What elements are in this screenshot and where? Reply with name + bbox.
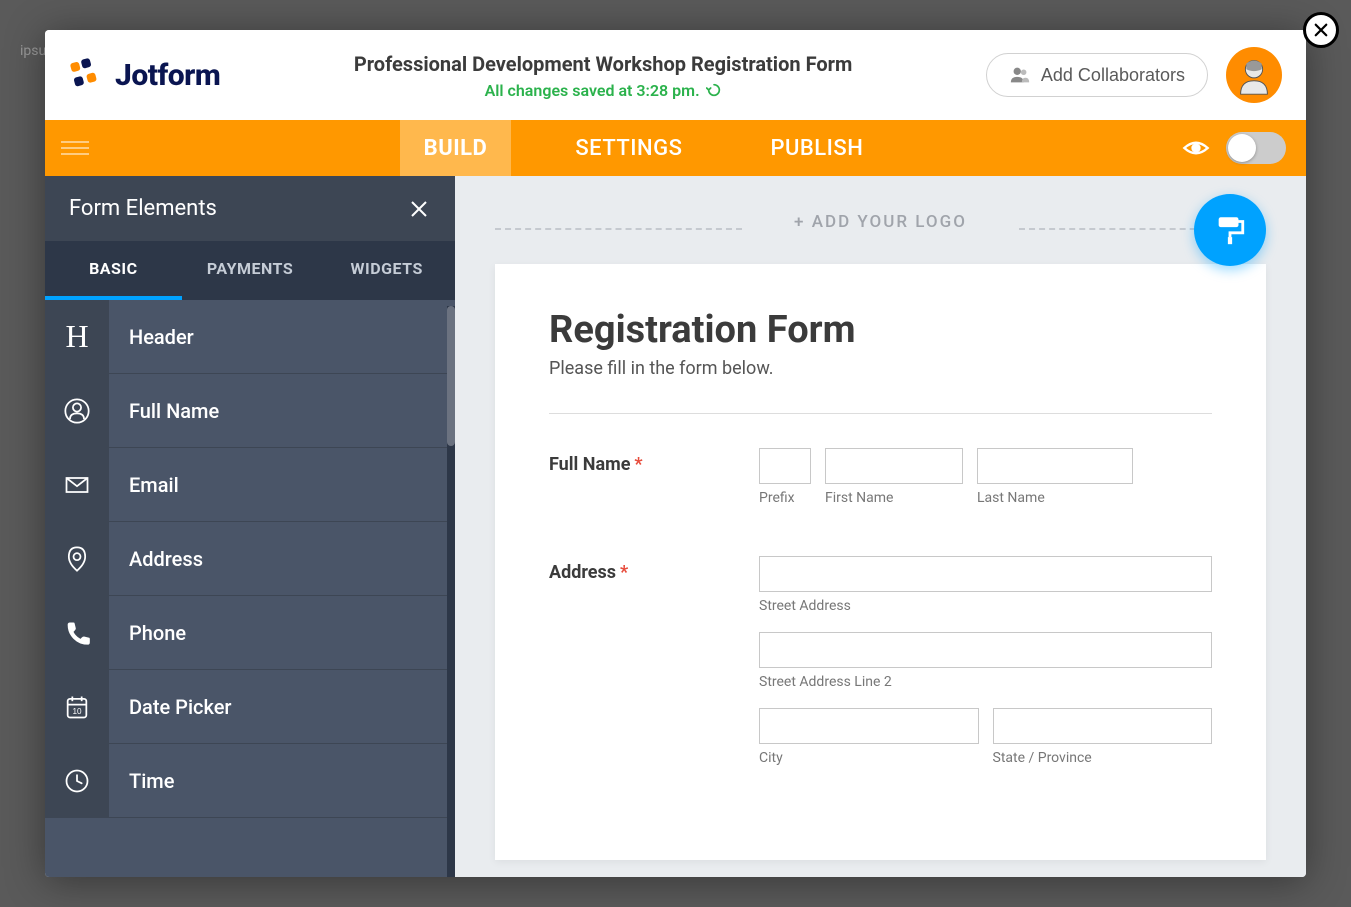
top-bar: Jotform Professional Development Worksho… [45, 30, 1306, 120]
element-label: Header [109, 325, 194, 349]
user-avatar[interactable] [1226, 47, 1282, 103]
state-sublabel: State / Province [993, 750, 1213, 766]
element-label: Email [109, 473, 179, 497]
preview-icon[interactable] [1182, 134, 1210, 162]
firstname-input[interactable] [825, 448, 963, 484]
jotform-logo-icon [69, 57, 105, 93]
tabbar-right [1182, 132, 1306, 164]
element-label: Address [109, 547, 203, 571]
element-header[interactable]: H Header [45, 300, 455, 374]
collab-label: Add Collaborators [1041, 65, 1185, 86]
close-icon [1312, 21, 1330, 39]
element-fullname[interactable]: Full Name [45, 374, 455, 448]
lastname-sublabel: Last Name [977, 490, 1133, 506]
tab-build[interactable]: BUILD [400, 120, 512, 177]
main-tabbar: BUILD SETTINGS PUBLISH [45, 120, 1306, 176]
sidebar-scrollbar[interactable] [447, 306, 455, 877]
builder-modal: Jotform Professional Development Worksho… [45, 30, 1306, 877]
lastname-input[interactable] [977, 448, 1133, 484]
paint-roller-icon [1213, 213, 1247, 247]
save-status: All changes saved at 3:28 pm. [485, 81, 722, 100]
save-status-text: All changes saved at 3:28 pm. [485, 81, 700, 100]
main-tabs: BUILD SETTINGS PUBLISH [105, 120, 1182, 177]
tab-publish[interactable]: PUBLISH [746, 120, 887, 177]
element-address[interactable]: Address [45, 522, 455, 596]
field-fullname[interactable]: Full Name* Prefix First Name Last Name [549, 448, 1212, 506]
sidebar-tab-payments[interactable]: PAYMENTS [182, 241, 319, 300]
form-preview-card: Registration Form Please fill in the for… [495, 264, 1266, 860]
sidebar-tab-widgets[interactable]: WIDGETS [318, 241, 455, 300]
email-icon [45, 448, 109, 522]
menu-toggle[interactable] [45, 120, 105, 176]
header-icon: H [45, 300, 109, 374]
avatar-icon [1231, 52, 1277, 98]
address-label: Address* [549, 556, 719, 766]
tab-settings[interactable]: SETTINGS [551, 120, 706, 177]
title-block: Professional Development Workshop Regist… [220, 51, 986, 100]
clock-icon [45, 744, 109, 818]
form-subtitle[interactable]: Please fill in the form below. [549, 358, 1212, 379]
undo-icon[interactable] [706, 82, 722, 98]
sidebar-header: Form Elements [45, 176, 455, 241]
element-phone[interactable]: Phone [45, 596, 455, 670]
brand-name: Jotform [115, 58, 220, 93]
city-input[interactable] [759, 708, 979, 744]
brand-logo[interactable]: Jotform [69, 57, 220, 93]
fullname-label: Full Name* [549, 448, 719, 506]
prefix-input[interactable] [759, 448, 811, 484]
street1-sublabel: Street Address [759, 598, 1212, 614]
sidebar-close-icon[interactable] [407, 197, 431, 221]
element-time[interactable]: Time [45, 744, 455, 818]
street2-sublabel: Street Address Line 2 [759, 674, 1212, 690]
element-label: Full Name [109, 399, 219, 423]
street2-input[interactable] [759, 632, 1212, 668]
field-address[interactable]: Address* Street Address Street Address L… [549, 556, 1212, 766]
preview-toggle[interactable] [1226, 132, 1286, 164]
close-modal-button[interactable] [1303, 12, 1339, 48]
divider [549, 413, 1212, 414]
firstname-sublabel: First Name [825, 490, 963, 506]
element-label: Time [109, 769, 174, 793]
sidebar-title: Form Elements [69, 196, 217, 221]
workspace: Form Elements BASIC PAYMENTS WIDGETS H H… [45, 176, 1306, 877]
elements-sidebar: Form Elements BASIC PAYMENTS WIDGETS H H… [45, 176, 455, 877]
logo-dropzone[interactable]: + ADD YOUR LOGO [495, 204, 1266, 252]
form-heading[interactable]: Registration Form [549, 308, 1212, 352]
element-email[interactable]: Email [45, 448, 455, 522]
element-label: Date Picker [109, 695, 232, 719]
element-date[interactable]: 10 Date Picker [45, 670, 455, 744]
calendar-icon: 10 [45, 670, 109, 744]
location-icon [45, 522, 109, 596]
topbar-actions: Add Collaborators [986, 47, 1282, 103]
state-input[interactable] [993, 708, 1213, 744]
add-collaborators-button[interactable]: Add Collaborators [986, 53, 1208, 97]
element-list: H Header Full Name Email Address P [45, 300, 455, 877]
users-icon [1009, 64, 1031, 86]
form-canvas: + ADD YOUR LOGO Registration Form Please… [455, 176, 1306, 877]
phone-icon [45, 596, 109, 670]
prefix-sublabel: Prefix [759, 490, 811, 506]
sidebar-tab-basic[interactable]: BASIC [45, 241, 182, 300]
form-title[interactable]: Professional Development Workshop Regist… [220, 51, 986, 77]
sidebar-tabs: BASIC PAYMENTS WIDGETS [45, 241, 455, 300]
svg-text:10: 10 [72, 707, 82, 716]
street1-input[interactable] [759, 556, 1212, 592]
form-designer-button[interactable] [1194, 194, 1266, 266]
element-label: Phone [109, 621, 186, 645]
city-sublabel: City [759, 750, 979, 766]
person-icon [45, 374, 109, 448]
